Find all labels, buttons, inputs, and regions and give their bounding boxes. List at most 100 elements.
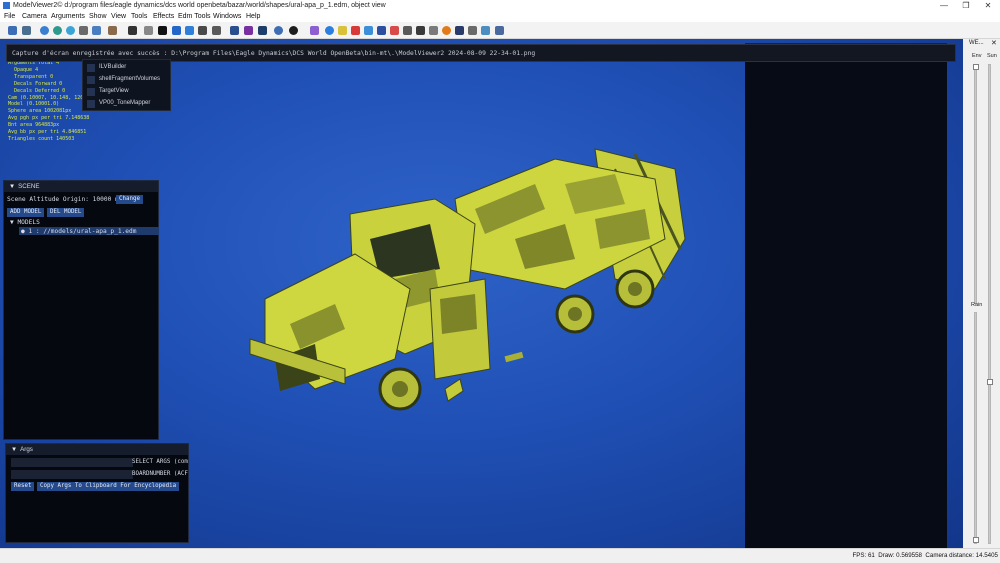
dot-icon[interactable] — [325, 26, 334, 35]
save-icon[interactable] — [8, 26, 17, 35]
cube-icon[interactable] — [351, 26, 360, 35]
menu-bar: File Camera Arguments Show View Tools Ef… — [0, 11, 1000, 22]
graph-icon[interactable] — [390, 26, 399, 35]
arrow-icon[interactable] — [198, 26, 207, 35]
boardnumber-label: BOARDNUMBER (ACF — [132, 471, 188, 477]
env-slider-thumb[interactable] — [973, 64, 979, 70]
change-button[interactable]: Change — [116, 195, 143, 204]
env-label: Env — [972, 53, 982, 59]
close-icon[interactable]: ✕ — [991, 39, 997, 47]
palette-icon[interactable] — [244, 26, 253, 35]
filter-icon[interactable] — [172, 26, 181, 35]
menu-help[interactable]: Help — [246, 11, 260, 22]
scene-panel-header[interactable]: ▼ SCENE — [4, 181, 158, 192]
3d-viewport[interactable]: Arguments Total 4 Opaque 4 Transparent 0… — [0, 39, 963, 548]
right-panel — [745, 43, 947, 548]
window-title: ModelViewer2© d:/program files/eagle dyn… — [13, 2, 386, 9]
refresh-icon[interactable] — [53, 26, 62, 35]
close-icon[interactable]: ✕ — [977, 0, 999, 11]
truck-model — [249, 148, 686, 411]
select-args-label: SELECT ARGS (com — [132, 459, 188, 465]
dropdown-item[interactable]: shellFragmentVolumes — [85, 74, 170, 85]
menu-tools[interactable]: Tools — [131, 11, 147, 22]
screen-icon[interactable] — [258, 26, 267, 35]
toolbar — [0, 22, 1000, 39]
checkbox[interactable] — [87, 64, 95, 72]
menu-effects[interactable]: Effects — [153, 11, 174, 22]
args-panel-header[interactable]: ▼ Args — [6, 444, 188, 455]
model-item[interactable]: ● 1 : //models/ural-apa_p_1.edm — [21, 228, 136, 235]
sun-slider-thumb[interactable] — [987, 379, 993, 385]
dropdown-item[interactable]: ILVBuilder — [85, 62, 170, 73]
black-square-icon[interactable] — [158, 26, 167, 35]
rain-label: Rain — [971, 302, 983, 308]
reset-button[interactable]: Reset — [11, 482, 35, 491]
status-bar: FPS: 61 Draw: 0.569558 Camera distance: … — [0, 548, 1000, 562]
blue-box-icon[interactable] — [377, 26, 386, 35]
speaker-icon[interactable] — [212, 26, 221, 35]
grid-view-icon[interactable] — [495, 26, 504, 35]
print-icon[interactable] — [429, 26, 438, 35]
tag-icon[interactable] — [468, 26, 477, 35]
collapse-triangle-icon[interactable]: ▼ — [11, 446, 17, 453]
minimize-icon[interactable]: — — [933, 0, 955, 11]
checkbox[interactable] — [87, 100, 95, 108]
menu-view[interactable]: View — [111, 11, 126, 22]
weather-title: WE... — [969, 40, 984, 46]
select-args-input[interactable] — [11, 458, 133, 467]
del-model-button[interactable]: DEL MODEL — [47, 208, 85, 217]
stat-line: Decals Deferred 0 — [14, 87, 66, 94]
moon-icon[interactable] — [455, 26, 464, 35]
copy-args-button[interactable]: Copy Args To Clipboard For Encyclopedia — [37, 482, 180, 491]
open-icon[interactable] — [22, 26, 31, 35]
lock-icon[interactable] — [416, 26, 425, 35]
stat-line: Avg bb px per tri 4.846851 — [8, 129, 87, 136]
chart-icon[interactable] — [310, 26, 319, 35]
stat-line: Sphere area 1002081px — [8, 108, 72, 115]
maximize-icon[interactable]: ❐ — [955, 0, 977, 11]
checkbox[interactable] — [87, 88, 95, 96]
env-slider[interactable] — [974, 64, 977, 304]
menu-show[interactable]: Show — [89, 11, 107, 22]
collapse-triangle-icon[interactable]: ▼ — [9, 183, 15, 190]
layers-icon[interactable] — [92, 26, 101, 35]
menu-edm-tools[interactable]: Edm Tools — [178, 11, 211, 22]
crosshair-icon[interactable] — [144, 26, 153, 35]
altitude-label: Scene Altitude Origin: 10000 m — [7, 196, 119, 203]
rain-slider[interactable] — [974, 312, 977, 544]
note-icon[interactable] — [338, 26, 347, 35]
models-header[interactable]: ▼ MODELS — [10, 219, 40, 226]
camera-icon[interactable] — [289, 26, 298, 35]
scene-panel: ▼ SCENE Scene Altitude Origin: 10000 m Ch… — [3, 180, 159, 440]
dropdown-item[interactable]: TargetView — [85, 86, 170, 97]
person-icon[interactable] — [128, 26, 137, 35]
rain-slider-thumb[interactable] — [973, 537, 979, 543]
add-model-button[interactable]: ADD MODEL — [7, 208, 45, 217]
stat-line: Model (0.10001.0) — [8, 101, 60, 108]
undo-icon[interactable] — [274, 26, 283, 35]
grid-icon[interactable] — [79, 26, 88, 35]
sphere-icon[interactable] — [66, 26, 75, 35]
menu-arguments[interactable]: Arguments — [51, 11, 85, 22]
sun-slider[interactable] — [988, 64, 991, 544]
weather-sidebar: WE... ✕ Env Sun Rain — [963, 39, 1000, 548]
render-pass-dropdown: ILVBuilder shellFragmentVolumes TargetVi… — [82, 59, 171, 111]
stat-line: Triangles count 140503 — [8, 135, 75, 142]
box-icon[interactable] — [108, 26, 117, 35]
menu-windows[interactable]: Windows — [213, 11, 241, 22]
stat-line: Avg pgh px per tri 7.148638 — [8, 115, 90, 122]
figure-icon[interactable] — [185, 26, 194, 35]
monitor-icon[interactable] — [230, 26, 239, 35]
boardnumber-input[interactable] — [11, 470, 133, 479]
stat-line: Opaque 4 — [14, 66, 39, 73]
camera-distance-readout: Camera distance: 14.5405 — [925, 552, 998, 559]
globe-icon[interactable] — [40, 26, 49, 35]
wrench-icon[interactable] — [403, 26, 412, 35]
info-icon[interactable] — [364, 26, 373, 35]
sun-icon[interactable] — [442, 26, 451, 35]
dropdown-item[interactable]: VP00_ToneMapper — [85, 98, 170, 109]
checkbox[interactable] — [87, 76, 95, 84]
menu-file[interactable]: File — [4, 11, 15, 22]
image-icon[interactable] — [481, 26, 490, 35]
menu-camera[interactable]: Camera — [22, 11, 47, 22]
